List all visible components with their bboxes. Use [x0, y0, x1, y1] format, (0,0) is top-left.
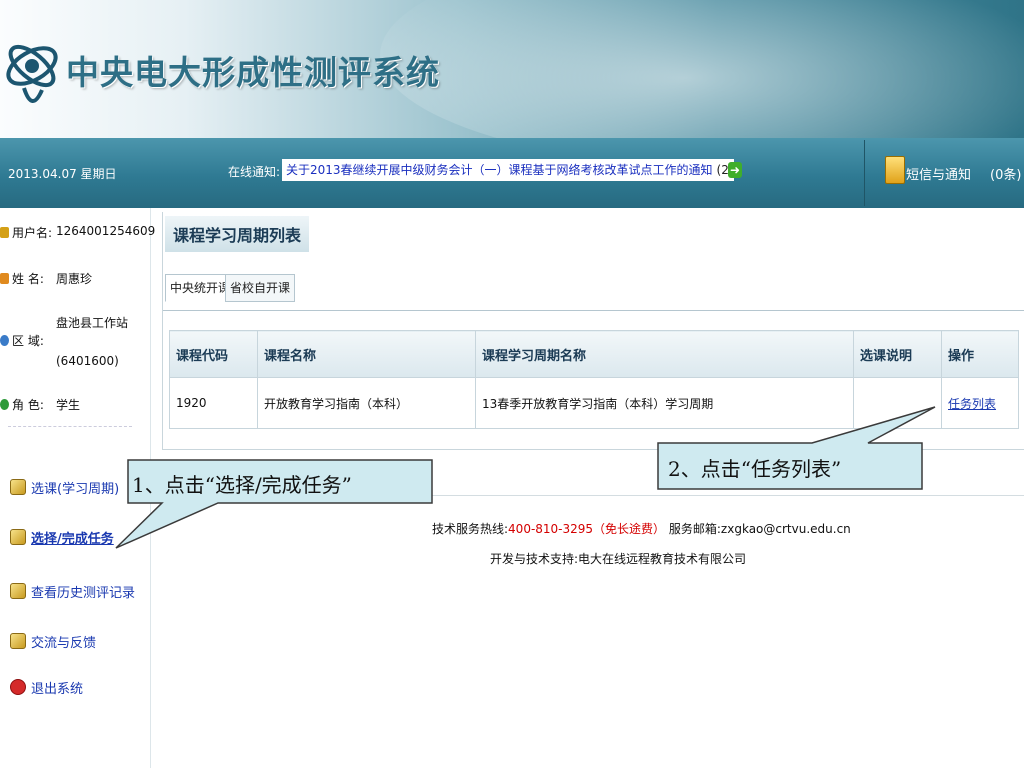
header-banner: 中央电大形成性测评系统 — [0, 0, 1024, 138]
cell-course-code: 1920 — [169, 377, 258, 429]
menu-select-course[interactable]: 选课(学习周期) — [10, 478, 119, 497]
callout-right-text: 2、点击“任务列表” — [668, 457, 842, 481]
hotline-label: 技术服务热线: — [432, 522, 509, 536]
col-course-name: 课程名称 — [257, 330, 476, 378]
role-label: 角 色: — [12, 398, 44, 412]
menu-label: 交流与反馈 — [31, 636, 97, 651]
cell-action: 任务列表 — [941, 377, 1019, 429]
panel-title: 课程学习周期列表 — [165, 216, 310, 252]
username-label: 用户名: — [12, 226, 53, 240]
course-cycle-panel: 课程学习周期列表 中央统开课 省校自开课 课程代码 课程名称 课程学习周期名称 … — [162, 212, 1024, 450]
name-label: 姓 名: — [12, 272, 44, 286]
cell-course-name: 开放教育学习指南（本科） — [257, 377, 476, 429]
notice-label: 在线通知: — [228, 165, 281, 179]
tab-provincial-course[interactable]: 省校自开课 — [225, 274, 296, 302]
cell-cycle-name: 13春季开放教育学习指南（本科）学习周期 — [475, 377, 854, 429]
task-list-link[interactable]: 任务列表 — [948, 397, 996, 411]
callout-left-text: 1、点击“选择/完成任务” — [132, 473, 352, 497]
crtvu-logo-icon — [6, 44, 58, 103]
tab-underline — [163, 310, 1024, 311]
cell-note — [853, 377, 942, 429]
menu-label: 选课(学习周期) — [31, 482, 120, 497]
course-table: 课程代码 课程名称 课程学习周期名称 选课说明 操作 1920 开放教育学习指南… — [169, 330, 1019, 429]
banner-decoration — [380, 0, 1024, 138]
person-icon — [0, 273, 9, 284]
role-value: 学生 — [56, 398, 81, 412]
user-id-icon — [0, 227, 9, 238]
menu-label: 选择/完成任务 — [31, 532, 114, 547]
exit-icon — [10, 679, 26, 695]
notice-ticker: 关于2013春继续开展中级财务会计（一）课程基于网络考核改革试点工作的通知(20… — [282, 159, 734, 181]
username-value: 1264001254609 — [56, 224, 156, 238]
role-row: 角 色: — [0, 396, 44, 413]
notice-link[interactable]: 关于2013春继续开展中级财务会计（一）课程基于网络考核改革试点工作的通知 — [286, 163, 713, 177]
folder-icon — [10, 479, 26, 495]
menu-feedback[interactable]: 交流与反馈 — [10, 632, 96, 651]
area-label: 区 域: — [12, 334, 44, 348]
globe-icon — [0, 335, 9, 346]
area-value-line2: (6401600) — [56, 354, 119, 368]
folder-icon — [10, 583, 26, 599]
sidebar: 用户名: 1264001254609 姓 名: 周惠珍 区 域: 盘池县工作站 … — [0, 208, 155, 768]
folder-icon — [10, 633, 26, 649]
col-cycle-name: 课程学习周期名称 — [475, 330, 854, 378]
sms-link[interactable]: 短信与通知 — [906, 164, 971, 183]
menu-label: 查看历史测评记录 — [31, 586, 136, 601]
status-bar: 2013.04.07 星期日 在线通知: 关于2013春继续开展中级财务会计（一… — [0, 138, 1024, 208]
folder-icon — [10, 529, 26, 545]
menu-label: 退出系统 — [31, 682, 84, 697]
table-row: 1920 开放教育学习指南（本科） 13春季开放教育学习指南（本科）学习周期 任… — [169, 377, 1019, 429]
col-note: 选课说明 — [853, 330, 942, 378]
menu-logout[interactable]: 退出系统 — [10, 678, 83, 697]
name-row: 姓 名: — [0, 270, 44, 287]
current-date: 2013.04.07 星期日 — [8, 167, 117, 181]
username-row: 用户名: — [0, 224, 52, 241]
role-icon — [0, 399, 9, 410]
menu-history-records[interactable]: 查看历史测评记录 — [10, 582, 135, 601]
col-action: 操作 — [941, 330, 1019, 378]
col-course-code: 课程代码 — [169, 330, 258, 378]
name-value: 周惠珍 — [56, 272, 93, 286]
table-header-row: 课程代码 课程名称 课程学习周期名称 选课说明 操作 — [169, 330, 1019, 378]
area-row: 区 域: — [0, 332, 44, 349]
sidebar-divider — [8, 426, 132, 427]
menu-select-complete-task[interactable]: 选择/完成任务 — [10, 528, 114, 547]
hotline-number: 400-810-3295（免长途费） — [508, 522, 666, 536]
footer-support: 开发与技术支持:电大在线远程教育技术有限公司 — [490, 552, 747, 566]
sms-icon[interactable] — [885, 156, 905, 184]
service-email: 服务邮箱:zxgkao@crtvu.edu.cn — [668, 522, 851, 536]
system-title: 中央电大形成性测评系统 — [66, 53, 440, 92]
sms-count: (0条) — [990, 168, 1022, 183]
area-value-line1: 盘池县工作站 — [56, 316, 129, 330]
statusbar-divider — [864, 140, 865, 206]
next-notice-icon[interactable]: ➜ — [728, 162, 742, 178]
footer-contact: 技术服务热线:400-810-3295（免长途费） 服务邮箱:zxgkao@cr… — [432, 520, 851, 537]
